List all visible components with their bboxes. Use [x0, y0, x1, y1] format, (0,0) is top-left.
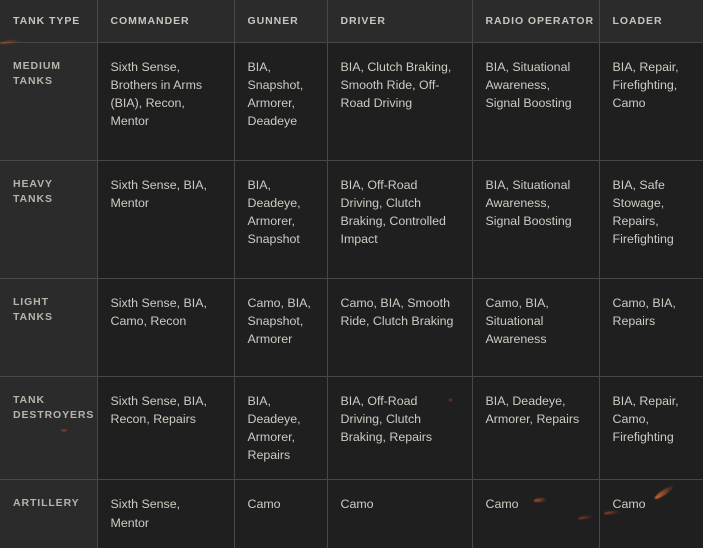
- row-header-tank-type: ARTILLERY: [0, 479, 98, 548]
- cell-radio-operator: Camo, BIA, Situational Awareness: [472, 278, 600, 377]
- cell-radio-operator: BIA, Situational Awareness, Signal Boost…: [472, 160, 600, 279]
- cell-loader: BIA, Safe Stowage, Repairs, Firefighting: [599, 160, 703, 279]
- cell-radio-operator: BIA, Situational Awareness, Signal Boost…: [472, 42, 600, 161]
- crew-skills-table-container: TANK TYPE COMMANDER GUNNER DRIVER RADIO …: [0, 0, 703, 548]
- cell-commander: Sixth Sense, BIA, Camo, Recon: [97, 278, 235, 377]
- cell-loader: BIA, Repair, Camo, Firefighting: [599, 376, 703, 481]
- cell-loader: BIA, Repair, Firefighting, Camo: [599, 42, 703, 161]
- column-header-radio-operator[interactable]: RADIO OPERATOR: [472, 0, 600, 43]
- cell-commander: Sixth Sense, BIA, Mentor: [97, 160, 235, 279]
- cell-commander: Sixth Sense, BIA, Recon, Repairs: [97, 376, 235, 481]
- cell-gunner: Camo, BIA, Snapshot, Armorer: [234, 278, 328, 377]
- cell-radio-operator: BIA, Deadeye, Armorer, Repairs: [472, 376, 600, 481]
- crew-skills-table: TANK TYPE COMMANDER GUNNER DRIVER RADIO …: [0, 0, 703, 548]
- cell-radio-operator: Camo: [472, 479, 600, 548]
- table-row: LIGHT TANKS Sixth Sense, BIA, Camo, Reco…: [0, 278, 703, 377]
- cell-gunner: BIA, Deadeye, Armorer, Repairs: [234, 376, 328, 481]
- cell-driver: BIA, Off-Road Driving, Clutch Braking, R…: [327, 376, 473, 481]
- cell-gunner: BIA, Deadeye, Armorer, Snapshot: [234, 160, 328, 279]
- cell-loader: Camo: [599, 479, 703, 548]
- cell-commander: Sixth Sense, Brothers in Arms (BIA), Rec…: [97, 42, 235, 161]
- table-row: ARTILLERY Sixth Sense, Mentor Camo Camo …: [0, 479, 703, 548]
- table-header: TANK TYPE COMMANDER GUNNER DRIVER RADIO …: [0, 0, 703, 43]
- cell-driver: Camo: [327, 479, 473, 548]
- table-row: HEAVY TANKS Sixth Sense, BIA, Mentor BIA…: [0, 160, 703, 279]
- cell-driver: BIA, Clutch Braking, Smooth Ride, Off-Ro…: [327, 42, 473, 161]
- cell-gunner: Camo: [234, 479, 328, 548]
- table-row: TANK DESTROYERS Sixth Sense, BIA, Recon,…: [0, 376, 703, 481]
- column-header-commander[interactable]: COMMANDER: [97, 0, 235, 43]
- cell-gunner: BIA, Snapshot, Armorer, Deadeye: [234, 42, 328, 161]
- cell-driver: Camo, BIA, Smooth Ride, Clutch Braking: [327, 278, 473, 377]
- table-header-row: TANK TYPE COMMANDER GUNNER DRIVER RADIO …: [0, 0, 703, 43]
- column-header-tank-type[interactable]: TANK TYPE: [0, 0, 98, 43]
- cell-loader: Camo, BIA, Repairs: [599, 278, 703, 377]
- table-row: MEDIUM TANKS Sixth Sense, Brothers in Ar…: [0, 42, 703, 161]
- cell-commander: Sixth Sense, Mentor: [97, 479, 235, 548]
- row-header-tank-type: HEAVY TANKS: [0, 160, 98, 279]
- row-header-tank-type: LIGHT TANKS: [0, 278, 98, 377]
- column-header-gunner[interactable]: GUNNER: [234, 0, 328, 43]
- cell-driver: BIA, Off-Road Driving, Clutch Braking, C…: [327, 160, 473, 279]
- row-header-tank-type: TANK DESTROYERS: [0, 376, 98, 481]
- table-body: MEDIUM TANKS Sixth Sense, Brothers in Ar…: [0, 42, 703, 548]
- column-header-driver[interactable]: DRIVER: [327, 0, 473, 43]
- column-header-loader[interactable]: LOADER: [599, 0, 703, 43]
- row-header-tank-type: MEDIUM TANKS: [0, 42, 98, 161]
